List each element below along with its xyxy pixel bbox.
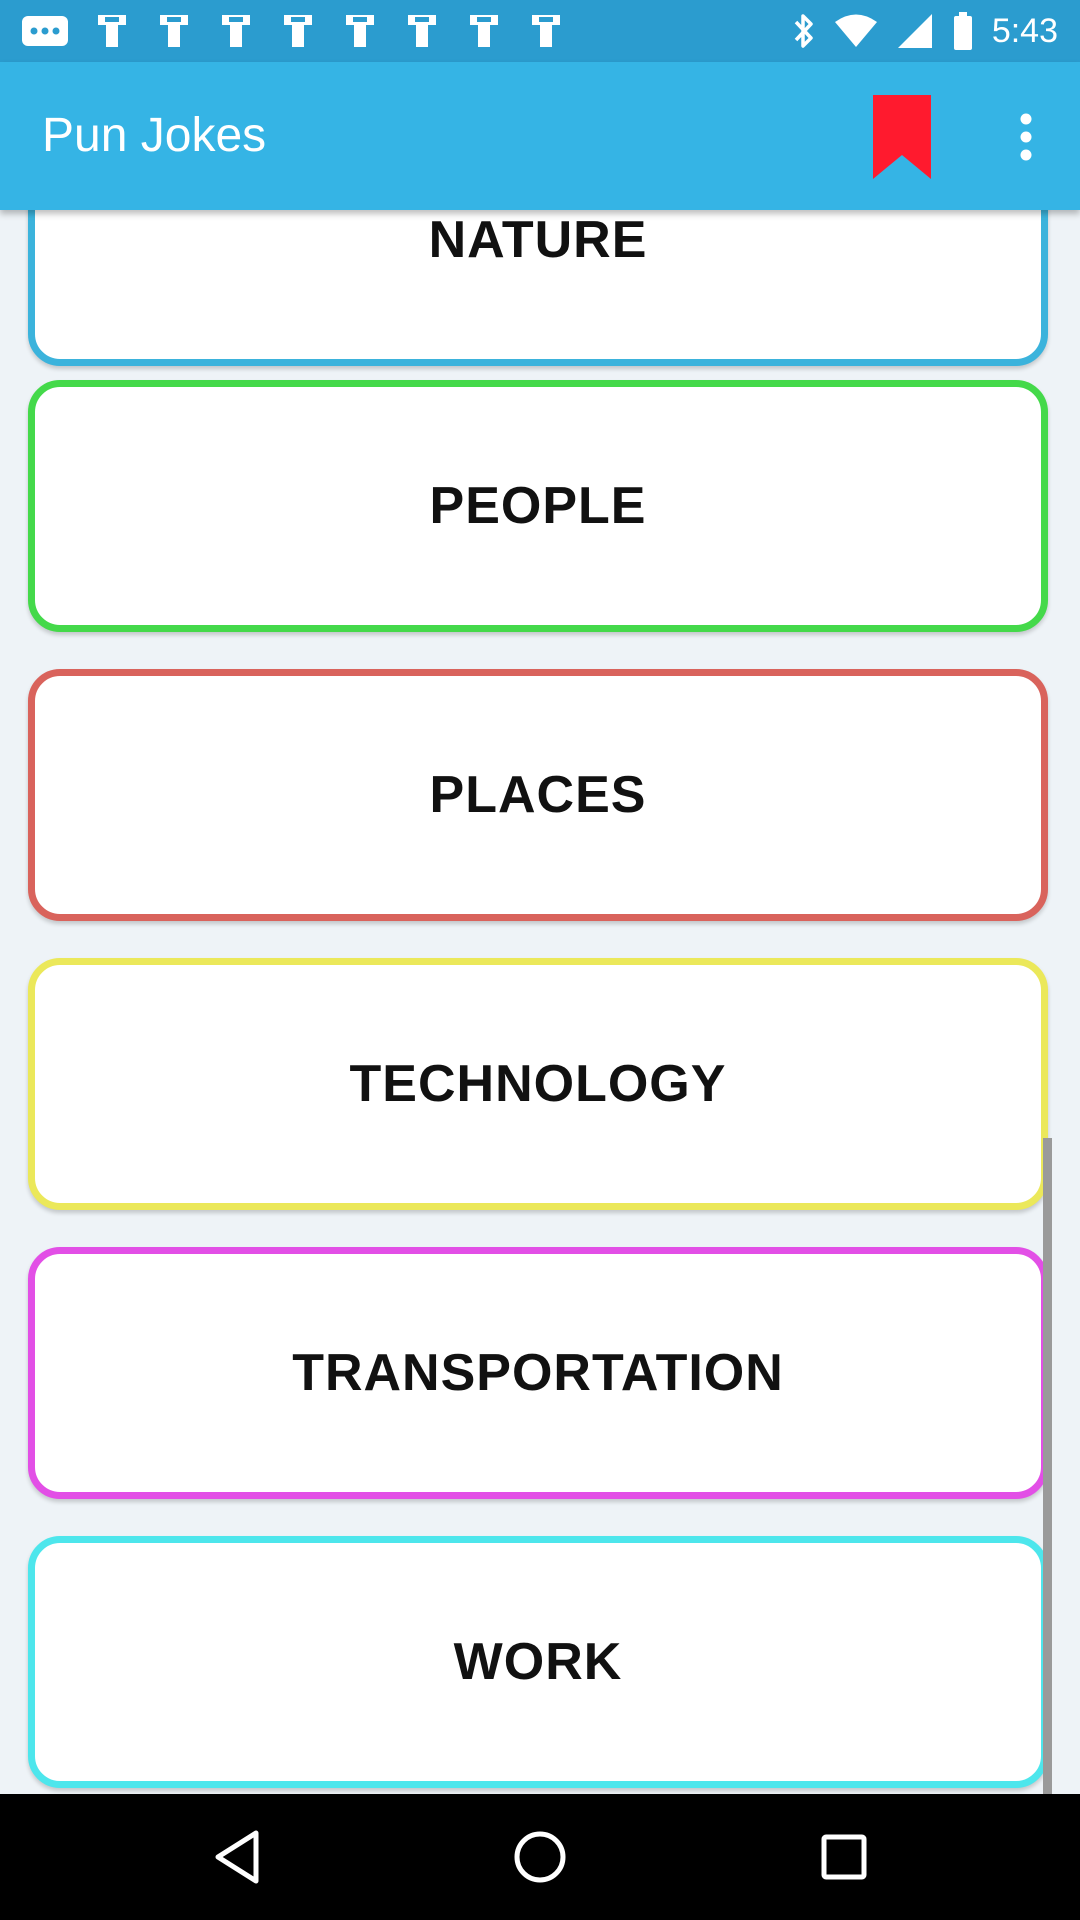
home-icon <box>514 1831 566 1883</box>
category-card-people[interactable]: PEOPLE <box>28 380 1048 632</box>
bookmarks-button[interactable] <box>862 92 942 182</box>
clock: 5:43 <box>991 11 1058 50</box>
category-card-technology[interactable]: TECHNOLOGY <box>28 958 1048 1210</box>
category-list[interactable]: NATURE PEOPLE PLACES TECHNOLOGY TRANSPOR… <box>0 210 1080 1794</box>
app-bar: Pun Jokes <box>0 62 1080 210</box>
category-label: PLACES <box>429 766 647 824</box>
category-label: TECHNOLOGY <box>349 1055 727 1113</box>
category-card-places[interactable]: PLACES <box>28 669 1048 921</box>
category-label: NATURE <box>428 211 648 269</box>
category-label: WORK <box>453 1633 623 1691</box>
navigation-bar <box>0 1794 1080 1920</box>
category-card-transportation[interactable]: TRANSPORTATION <box>28 1247 1048 1499</box>
more-vert-icon <box>1020 113 1032 161</box>
scrollbar[interactable] <box>1043 1138 1052 1794</box>
signal-icon <box>897 14 932 48</box>
category-card-nature[interactable]: NATURE <box>28 210 1048 366</box>
home-button[interactable] <box>500 1817 580 1897</box>
fan-icon <box>346 15 374 47</box>
messages-icon <box>22 16 68 46</box>
notification-icons <box>20 10 566 52</box>
fan-icon <box>470 15 498 47</box>
fan-icon <box>160 15 188 47</box>
app-title: Pun Jokes <box>42 109 267 162</box>
status-bar: 5:43 <box>0 0 1080 62</box>
recents-icon <box>821 1834 867 1880</box>
recents-button[interactable] <box>804 1817 884 1897</box>
fan-icon <box>222 15 250 47</box>
category-label: PEOPLE <box>429 477 647 535</box>
fan-icon <box>98 15 126 47</box>
bookmark-icon <box>873 95 931 179</box>
battery-icon <box>953 12 972 50</box>
fan-icon <box>532 15 560 47</box>
fan-icon <box>408 15 436 47</box>
wifi-icon <box>834 14 877 47</box>
more-options-button[interactable] <box>996 92 1056 182</box>
system-status-icons: 5:43 <box>792 8 1058 54</box>
fan-icon <box>284 15 312 47</box>
category-card-work[interactable]: WORK <box>28 1536 1048 1788</box>
back-icon <box>215 1830 259 1884</box>
back-button[interactable] <box>197 1817 277 1897</box>
bluetooth-icon <box>794 14 813 48</box>
category-label: TRANSPORTATION <box>292 1344 784 1402</box>
